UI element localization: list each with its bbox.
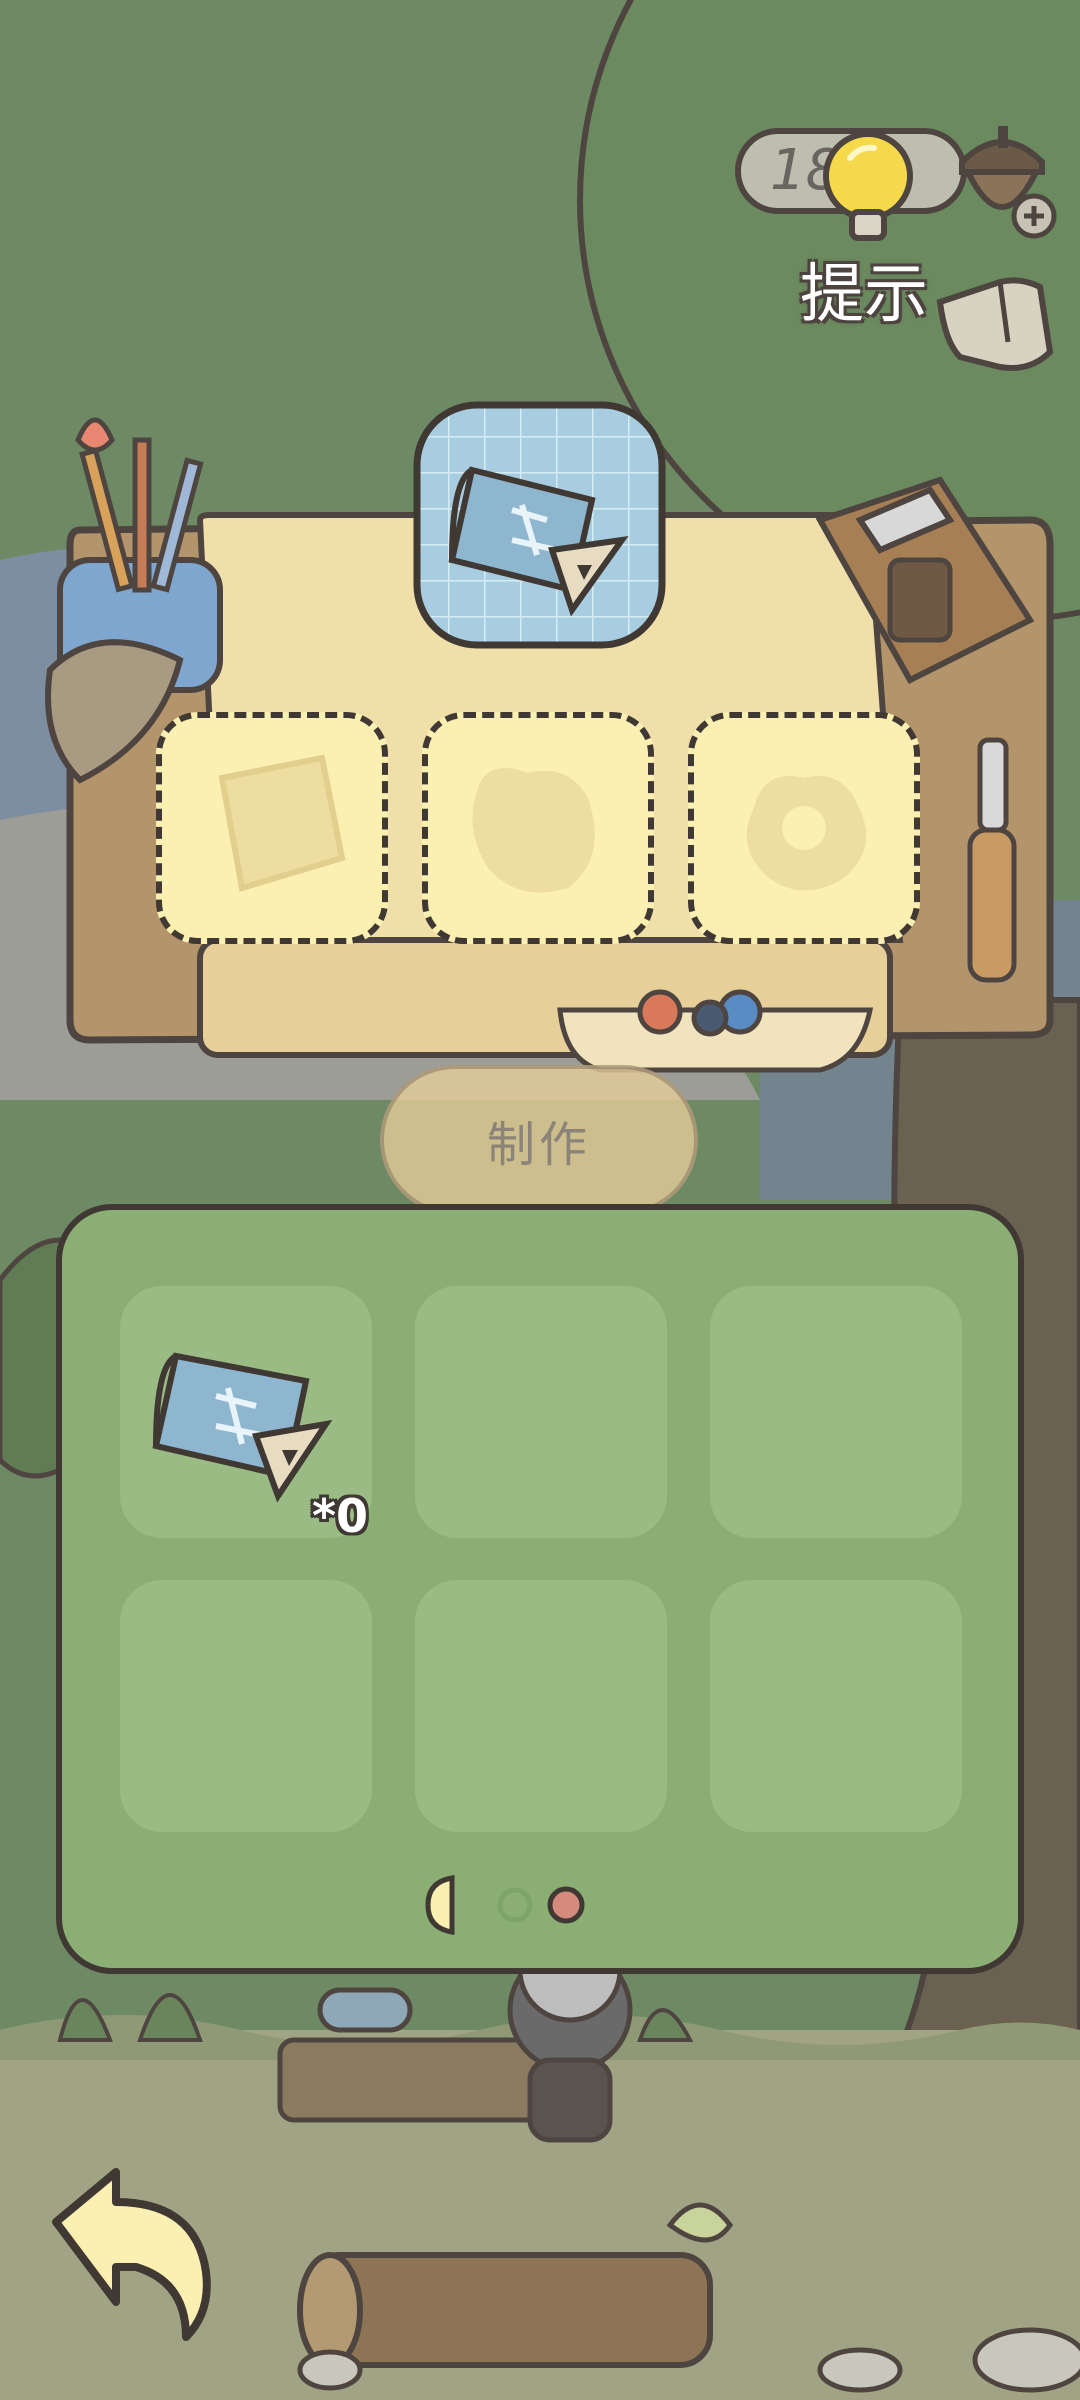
inventory-slot-5[interactable] — [415, 1580, 667, 1832]
page-dot-1 — [425, 1875, 455, 1935]
make-button[interactable]: 制作 — [380, 1065, 698, 1215]
ingredient-slot-1[interactable] — [156, 712, 388, 944]
inventory-slot-3[interactable] — [710, 1286, 962, 1538]
page-indicator[interactable] — [420, 1870, 600, 1940]
hint-label[interactable]: 提示 — [800, 255, 928, 335]
pretzel-icon — [746, 776, 867, 891]
make-button-label: 制作 — [486, 1117, 591, 1173]
ingredient-slot-3[interactable] — [688, 712, 920, 944]
pointing-hand-icon[interactable] — [930, 262, 1060, 392]
page-dot-2 — [497, 1887, 533, 1923]
inventory-slot-6[interactable] — [710, 1580, 962, 1832]
back-arrow-icon[interactable] — [36, 2162, 216, 2342]
target-item-frame — [413, 401, 666, 649]
square-plate-icon — [218, 754, 346, 892]
item-count: *0 — [312, 1489, 369, 1543]
inventory-slot-2[interactable] — [415, 1286, 667, 1538]
acorn-plus-icon[interactable] — [942, 112, 1062, 242]
inventory-slot-4[interactable] — [120, 1580, 372, 1832]
bread-loaf-icon — [472, 768, 595, 893]
lightbulb-icon — [823, 131, 913, 241]
page-dot-3 — [547, 1886, 585, 1924]
ingredient-slot-2[interactable] — [422, 712, 654, 944]
